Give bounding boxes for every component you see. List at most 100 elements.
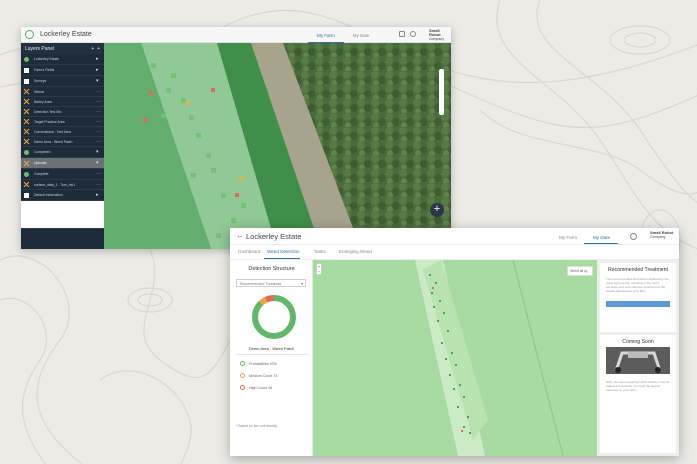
upload-marker-icon — [24, 161, 29, 166]
legend-item: Probabilities 93% — [240, 361, 277, 366]
back-app-title: Lockerley Estate — [40, 31, 92, 38]
chevron-right-icon[interactable]: ▸ — [96, 192, 104, 198]
back-app-header: Lockerley Estate My Farm My Date Small R… — [21, 27, 451, 43]
layer-row[interactable]: Target Practice Area ⋯ — [21, 117, 104, 127]
layer-row[interactable]: surface_data_1 - Tom_mk1 ⋯ — [21, 180, 104, 190]
brand-logo: Small Robot Company — [429, 28, 451, 42]
legend-dot-icon — [240, 373, 245, 378]
more-icon[interactable]: ⋯ — [96, 129, 104, 135]
app-logo-icon — [25, 30, 34, 39]
status-circle-icon — [24, 149, 29, 155]
active-subnav-indicator — [264, 258, 300, 259]
more-icon[interactable]: ⋯ — [96, 109, 104, 115]
active-tab-indicator — [584, 243, 618, 244]
more-icon[interactable]: ⋯ — [96, 171, 104, 177]
treatment-card: Recommended Treatment The recommended th… — [600, 263, 676, 332]
chevron-right-icon[interactable]: ▸ — [96, 56, 104, 62]
chevron-down-icon[interactable]: ▾ — [96, 78, 104, 84]
layer-label: Complete — [34, 172, 49, 176]
help-icon[interactable] — [410, 31, 416, 37]
front-app-header: ← Lockerley Estate My Farm My Date Small… — [230, 228, 679, 245]
chevron-down-icon: ▾ — [300, 281, 303, 286]
layers-panel-footer — [21, 201, 104, 229]
layer-label: Default Information — [34, 193, 63, 197]
weed-marker-icon — [24, 119, 29, 124]
layers-panel-header: Layers Panel + + — [21, 43, 104, 54]
map-layer-select[interactable]: Weed all cy — [567, 266, 593, 276]
legend-label: Probabilities 93% — [249, 361, 277, 366]
layer-row[interactable]: Lockerley Estate ▸ — [21, 54, 104, 65]
tab-my-farm[interactable]: My Farm — [559, 235, 577, 240]
subnav-emerging-weed[interactable]: Emerging Weed — [339, 249, 372, 254]
settings-gear-icon[interactable] — [630, 233, 637, 240]
add-layer-icon[interactable]: + + — [91, 46, 100, 52]
robot-photo — [606, 347, 670, 374]
back-header-tabs: My Farm My Date — [308, 27, 379, 43]
treatment-button[interactable] — [606, 301, 670, 307]
detection-panel: Detection Structure Recommended Threshol… — [230, 260, 313, 456]
density-footnote: * Based on 4m² cell density — [236, 424, 278, 428]
map-zoom-control[interactable]: + − — [316, 263, 322, 275]
legend-item: High Count 48 — [240, 385, 272, 390]
more-icon[interactable]: ⋯ — [96, 99, 104, 105]
calendar-icon[interactable] — [399, 31, 405, 37]
layer-label: Farm's Fields — [34, 68, 55, 72]
threshold-select-value: Recommended Threshold — [240, 281, 282, 286]
legend-label: Medium Count 74 — [249, 373, 278, 378]
treatment-body: The recommended threshold is defined by … — [606, 277, 669, 293]
detection-donut-chart — [252, 295, 296, 339]
brand-line-2: Company — [650, 235, 666, 240]
layer-label: Surveys — [34, 79, 47, 83]
back-arrow-icon[interactable]: ← — [236, 231, 244, 240]
chevron-down-icon[interactable]: ▾ — [96, 160, 104, 166]
tab-my-farm[interactable]: My Farm — [308, 27, 344, 43]
chevron-down-icon[interactable]: ▾ — [96, 149, 104, 155]
weed-marker-icon — [24, 139, 29, 144]
layer-label: Barley Area — [34, 99, 52, 104]
layer-row[interactable]: Uploads ▾ — [21, 158, 104, 169]
layer-label: Lockerley Estate — [34, 57, 60, 61]
layers-panel: Layers Panel + + Lockerley Estate ▸ Farm'… — [21, 43, 104, 249]
brand-line-1: Small Robot — [429, 28, 441, 37]
weed-marker-icon — [24, 99, 29, 104]
sub-navigation: Dashboard Weed Detection Tasks Emerging … — [230, 245, 679, 260]
area-label: Demo Area - Weed Patch — [248, 346, 295, 351]
chevron-right-icon[interactable]: ▸ — [96, 67, 104, 73]
layer-row[interactable]: Completed ▾ — [21, 147, 104, 158]
subnav-weed-detection[interactable]: Weed Detection — [267, 249, 300, 254]
more-icon[interactable]: ⋯ — [96, 119, 104, 125]
more-icon[interactable]: ⋯ — [96, 139, 104, 145]
map-zoom-slider[interactable] — [439, 69, 444, 115]
checkbox-icon[interactable] — [24, 67, 29, 73]
layer-label: Target Practice Area — [34, 119, 65, 124]
layer-row[interactable]: Demo Area - Weed Patch ⋯ — [21, 137, 104, 147]
legend-item: Medium Count 74 — [240, 373, 277, 378]
layer-row[interactable]: Surveys ▾ — [21, 76, 104, 87]
zoom-in-button[interactable]: + — [430, 203, 444, 217]
subnav-dashboard[interactable]: Dashboard — [238, 249, 260, 254]
layer-row[interactable]: Barley Area ⋯ — [21, 97, 104, 107]
subnav-tasks[interactable]: Tasks — [314, 249, 326, 254]
threshold-select[interactable]: Recommended Threshold ▾ — [236, 279, 306, 287]
layer-row[interactable]: Detection Test Mix ⋯ — [21, 107, 104, 117]
tab-my-date[interactable]: My Date — [593, 235, 610, 240]
layer-label: Detection Test Mix — [34, 109, 62, 114]
front-app-window: ← Lockerley Estate My Farm My Date Small… — [230, 228, 679, 456]
donut-slice-low — [252, 295, 296, 339]
layer-row[interactable]: Complete ⋯ — [21, 169, 104, 180]
coming-soon-body: Dick, our weed-zapping robot! Activity m… — [606, 380, 670, 392]
layer-row[interactable]: Farm's Fields ▸ — [21, 65, 104, 76]
layer-row[interactable]: Default Information ▸ — [21, 190, 104, 201]
front-field-map[interactable] — [313, 260, 597, 456]
tab-my-date[interactable]: My Date — [344, 27, 379, 43]
checkbox-icon[interactable] — [24, 78, 29, 84]
layer-label: Conventional - Test Area — [34, 129, 71, 134]
more-icon[interactable]: ⋯ — [96, 182, 104, 188]
more-icon[interactable]: ⋯ — [96, 89, 104, 95]
layer-row[interactable]: Conventional - Test Area ⋯ — [21, 127, 104, 137]
checkbox-icon[interactable] — [24, 192, 29, 198]
weed-marker-icon — [24, 109, 29, 114]
legend-dot-icon — [240, 385, 245, 390]
map-layer-select-value: Weed all cy — [570, 269, 588, 273]
layer-row[interactable]: Wheat ⋯ — [21, 87, 104, 97]
